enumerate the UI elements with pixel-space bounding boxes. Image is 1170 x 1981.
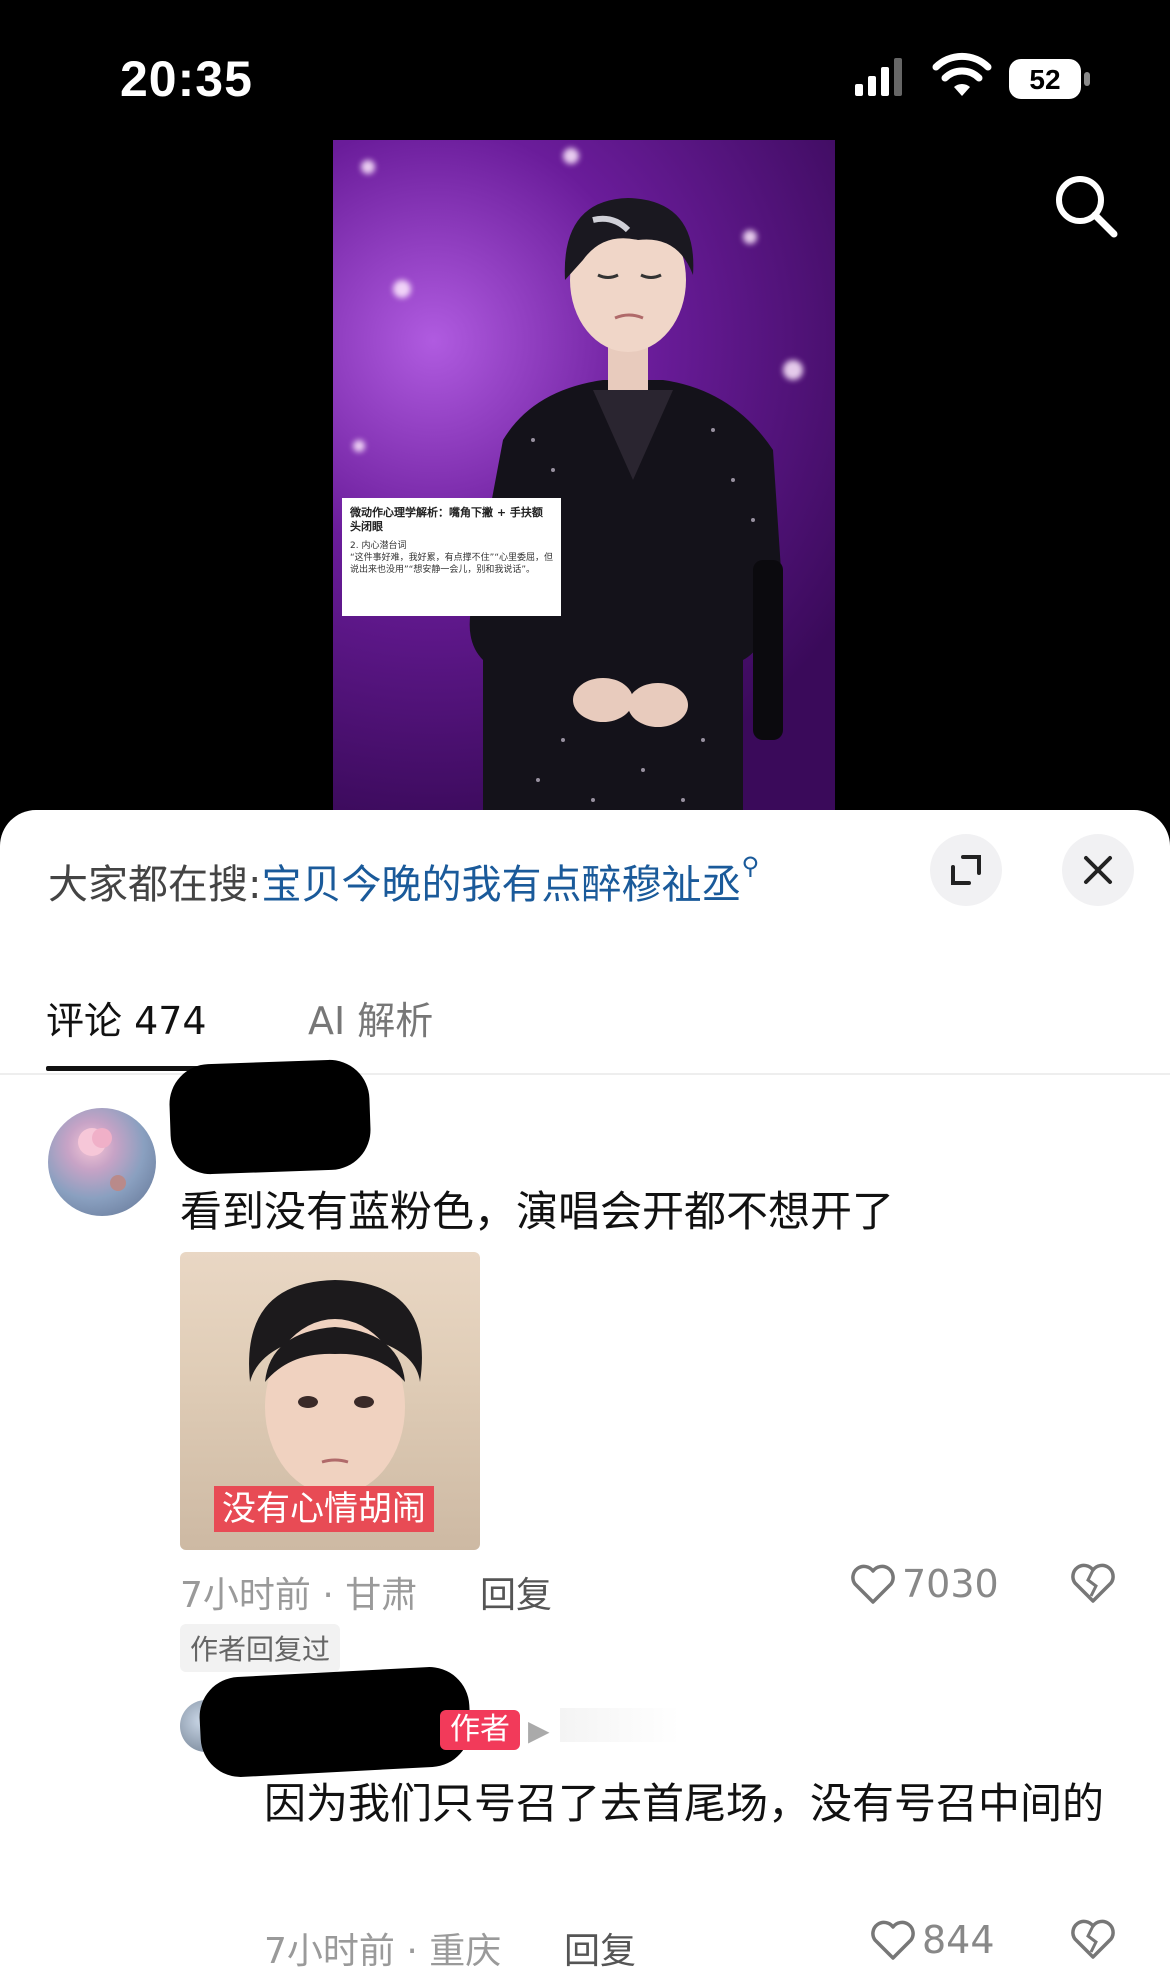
reply-like-button[interactable]: 844 — [870, 1918, 995, 1962]
redacted-username — [197, 1665, 473, 1779]
comment-like-count: 7030 — [902, 1562, 999, 1606]
reply-meta: 7小时前 · 重庆 — [264, 1931, 502, 1972]
performer-figure — [469, 198, 783, 810]
reply-target-name — [560, 1708, 680, 1742]
trending-search-query[interactable]: 宝贝今晚的我有点醉穆祉丞 — [261, 862, 741, 908]
close-button[interactable] — [1062, 834, 1134, 906]
video-caption-card: 微动作心理学解析：嘴角下撇 + 手扶额头闭眼 2. 内心潜台词 “这件事好难，我… — [342, 498, 561, 616]
heart-icon — [851, 1564, 895, 1604]
reply-dislike-button[interactable] — [1070, 1918, 1116, 1964]
tab-ai-analysis[interactable]: AI 解析 — [308, 990, 433, 1045]
reply-like-count: 844 — [922, 1918, 995, 1962]
comment-dislike-button[interactable] — [1070, 1562, 1116, 1608]
heart-icon — [871, 1920, 915, 1960]
author-replied-badge: 作者回复过 — [180, 1624, 341, 1672]
expand-icon — [951, 855, 981, 885]
search-small-icon: ⚲ — [741, 852, 760, 880]
caption-body: 2. 内心潜台词 “这件事好难，我好累，有点撑不住”“心里委屈，但说出来也没用”… — [350, 541, 553, 575]
expand-button[interactable] — [930, 834, 1002, 906]
wifi-icon — [932, 52, 992, 96]
broken-heart-icon — [1071, 1563, 1115, 1603]
reply-reply-button[interactable]: 回复 — [564, 1922, 636, 1974]
status-time: 20:35 — [120, 51, 253, 107]
search-icon[interactable] — [1050, 170, 1122, 242]
close-icon — [1084, 856, 1112, 884]
battery-level: 52 — [1029, 64, 1060, 95]
caption-title: 微动作心理学解析：嘴角下撇 + 手扶额头闭眼 — [350, 506, 543, 533]
tab-comments[interactable]: 评论 474 — [46, 990, 207, 1045]
comment-image-caption: 没有心情胡闹 — [214, 1486, 434, 1532]
cellular-signal-icon — [855, 58, 902, 96]
face-image — [249, 1280, 425, 1522]
reply-text: 因为我们只号召了去首尾场，没有号召中间的 — [264, 1779, 1105, 1828]
comment-reply-button[interactable]: 回复 — [480, 1566, 552, 1618]
video-player[interactable] — [333, 140, 835, 810]
comment-image[interactable]: 没有心情胡闹 — [180, 1252, 480, 1550]
broken-heart-icon — [1071, 1919, 1115, 1959]
comment-text: 看到没有蓝粉色，演唱会开都不想开了 — [180, 1187, 895, 1236]
comment-like-button[interactable]: 7030 — [850, 1562, 999, 1606]
flower-avatar-image — [78, 1128, 126, 1191]
trending-search[interactable]: 大家都在搜:宝贝今晚的我有点醉穆祉丞⚲ — [48, 852, 759, 910]
reply-arrow-icon: ▶ — [528, 1714, 550, 1747]
redacted-username — [168, 1058, 372, 1176]
author-badge: 作者 — [440, 1710, 520, 1750]
commenter-avatar[interactable] — [48, 1108, 156, 1216]
divider — [0, 1073, 1170, 1075]
battery-icon: 52 — [1009, 59, 1090, 99]
comment-meta: 7小时前 · 甘肃 — [180, 1575, 418, 1616]
trending-search-prefix: 大家都在搜: — [48, 862, 262, 908]
